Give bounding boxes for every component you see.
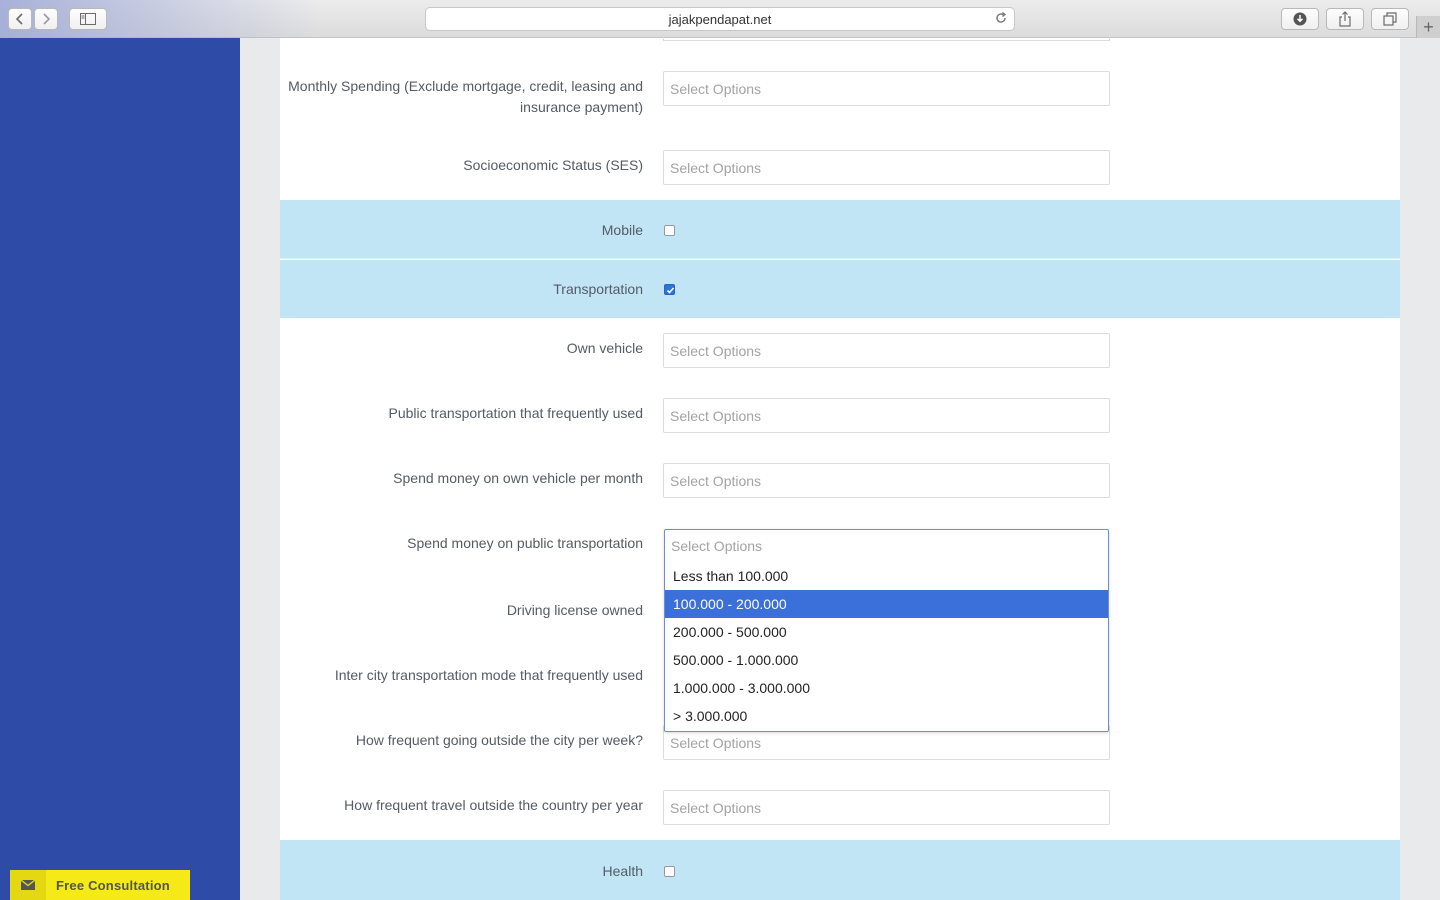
category-label-health: Health: [602, 863, 643, 879]
select-placeholder: Select Options: [670, 80, 762, 97]
field-label-outside-country: How frequent travel outside the country …: [344, 797, 643, 813]
reload-icon[interactable]: [994, 11, 1008, 28]
field-label-outside-city: How frequent going outside the city per …: [355, 732, 643, 748]
tabs-button[interactable]: [1371, 8, 1409, 30]
download-icon: [1293, 12, 1307, 26]
field-label-public-transportation: Public transportation that frequently us…: [388, 405, 644, 421]
field-label-own-vehicle: Own vehicle: [566, 340, 643, 356]
chevron-right-icon: [43, 13, 51, 25]
sidebar-icon: [80, 13, 96, 25]
dropdown-option[interactable]: Less than 100.000: [665, 562, 1108, 590]
share-button[interactable]: [1326, 8, 1364, 30]
select-placeholder: Select Options: [670, 342, 762, 359]
category-row-mobile: Mobile: [280, 200, 1400, 259]
field-label-spend-own-vehicle: Spend money on own vehicle per month: [393, 470, 643, 486]
dropdown-option[interactable]: 500.000 - 1.000.000: [665, 646, 1108, 674]
dropdown-option[interactable]: 200.000 - 500.000: [665, 618, 1108, 646]
select-placeholder: Select Options: [670, 734, 762, 751]
category-label-mobile: Mobile: [601, 222, 643, 238]
category-row-health: Health: [280, 840, 1400, 900]
field-label-driving-license: Driving license owned: [506, 602, 643, 618]
dropdown-placeholder: Select Options: [671, 538, 763, 554]
free-consultation-button[interactable]: Free Consultation: [10, 870, 190, 900]
dropdown-option[interactable]: 1.000.000 - 3.000.000: [665, 674, 1108, 702]
share-icon: [1339, 11, 1351, 27]
checkmark-icon: [666, 287, 675, 294]
select-own-vehicle[interactable]: Select Options: [663, 333, 1110, 368]
sidebar-toggle-button[interactable]: [69, 8, 107, 30]
url-text: jajakpendapat.net: [668, 11, 772, 27]
category-row-transportation: Transportation: [280, 260, 1400, 318]
address-bar[interactable]: jajakpendapat.net: [425, 7, 1015, 31]
select-monthly-spending[interactable]: Select Options: [663, 71, 1110, 106]
chevron-left-icon: [15, 13, 23, 25]
field-label-ses: Socioeconomic Status (SES): [463, 157, 643, 173]
plus-icon: +: [1423, 16, 1434, 37]
back-button[interactable]: [8, 8, 32, 30]
select-ses[interactable]: Select Options: [663, 150, 1110, 185]
select-placeholder: Select Options: [670, 472, 762, 489]
downloads-button[interactable]: [1281, 8, 1319, 30]
field-label-monthly-spending: Monthly Spending (Exclude mortgage, cred…: [288, 78, 643, 115]
dropdown-option[interactable]: > 3.000.000: [665, 702, 1108, 730]
select-placeholder: Select Options: [670, 799, 762, 816]
sidebar: [0, 38, 240, 900]
new-tab-button[interactable]: +: [1416, 16, 1440, 38]
select-outside-country[interactable]: Select Options: [663, 790, 1110, 825]
checkbox-transportation[interactable]: [664, 284, 675, 295]
field-label-inter-city: Inter city transportation mode that freq…: [334, 667, 643, 683]
form-panel: Monthly Spending (Exclude mortgage, cred…: [280, 36, 1400, 900]
browser-toolbar: jajakpendapat.net +: [0, 0, 1440, 38]
dropdown-option-highlighted[interactable]: 100.000 - 200.000: [665, 590, 1108, 618]
dropdown-search-input[interactable]: Select Options: [665, 530, 1108, 562]
free-consultation-label: Free Consultation: [56, 877, 170, 893]
select-public-transportation[interactable]: Select Options: [663, 398, 1110, 433]
select-placeholder: Select Options: [670, 159, 762, 176]
checkbox-mobile[interactable]: [664, 225, 675, 236]
tabs-icon: [1383, 12, 1397, 26]
category-label-transportation: Transportation: [553, 281, 643, 297]
select-placeholder: Select Options: [670, 407, 762, 424]
dropdown-spend-public-transportation[interactable]: Select Options Less than 100.000 100.000…: [664, 529, 1109, 732]
select-spend-own-vehicle[interactable]: Select Options: [663, 463, 1110, 498]
field-label-spend-public-transportation: Spend money on public transportation: [407, 535, 643, 551]
forward-button[interactable]: [34, 8, 58, 30]
previous-select-edge: [663, 36, 1110, 41]
checkbox-health[interactable]: [664, 866, 675, 877]
envelope-icon: [10, 870, 46, 900]
